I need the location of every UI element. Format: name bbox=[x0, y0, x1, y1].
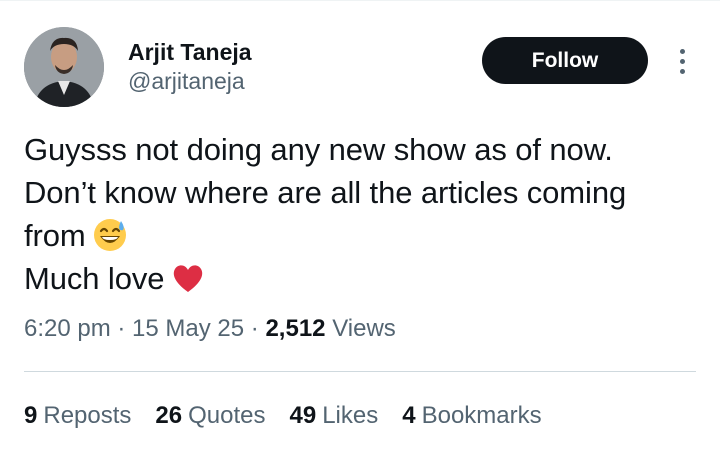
more-dot bbox=[679, 68, 685, 74]
views-count: 2,512 bbox=[265, 315, 326, 342]
divider bbox=[24, 371, 696, 372]
tweet-text-line: from bbox=[24, 214, 704, 257]
reposts-label: Reposts bbox=[43, 402, 132, 429]
meta-separator: · bbox=[110, 315, 133, 342]
author-display-name[interactable]: Arjit Taneja bbox=[128, 38, 252, 66]
tweet-text-line: Guysss not doing any new show as of now. bbox=[24, 132, 613, 167]
tweet-text-fragment: Much love bbox=[24, 261, 165, 296]
reposts-count: 9 bbox=[24, 402, 38, 429]
quotes-count: 26 bbox=[155, 402, 183, 429]
tweet-text-fragment: from bbox=[24, 218, 86, 253]
tweet-header: Arjit Taneja @arjitaneja Follow bbox=[24, 27, 696, 111]
likes-count: 49 bbox=[289, 402, 317, 429]
views-label: Views bbox=[332, 315, 396, 342]
more-vertical-icon[interactable] bbox=[670, 45, 694, 77]
tweet-text-line: Much love bbox=[24, 257, 704, 300]
author-info: Arjit Taneja @arjitaneja bbox=[128, 38, 252, 96]
author-handle[interactable]: @arjitaneja bbox=[128, 66, 252, 96]
quotes-label: Quotes bbox=[188, 402, 266, 429]
bookmarks-count: 4 bbox=[402, 402, 416, 429]
follow-button[interactable]: Follow bbox=[482, 37, 648, 84]
reposts-stat[interactable]: 9 Reposts bbox=[24, 400, 131, 432]
more-dot bbox=[679, 58, 685, 64]
bookmarks-stat[interactable]: 4 Bookmarks bbox=[402, 400, 541, 432]
meta-separator: · bbox=[244, 315, 266, 342]
red-heart-emoji bbox=[170, 260, 206, 296]
engagement-stats: 9 Reposts 26 Quotes 49 Likes 4 Bookmarks bbox=[24, 400, 542, 432]
bookmarks-label: Bookmarks bbox=[421, 402, 542, 429]
quotes-stat[interactable]: 26 Quotes bbox=[155, 400, 265, 432]
likes-label: Likes bbox=[322, 402, 379, 429]
tweet-card: Arjit Taneja @arjitaneja Follow Guysss n… bbox=[0, 0, 720, 451]
avatar[interactable] bbox=[24, 27, 104, 107]
likes-stat[interactable]: 49 Likes bbox=[290, 400, 379, 432]
tweet-text-line: Don’t know where are all the articles co… bbox=[24, 175, 627, 210]
tweet-date[interactable]: 15 May 25 bbox=[132, 315, 244, 342]
grinning-face-with-sweat-emoji bbox=[92, 217, 128, 253]
tweet-text: Guysss not doing any new show as of now.… bbox=[24, 128, 704, 300]
more-dot bbox=[679, 48, 685, 54]
tweet-meta: 6:20 pm · 15 May 25 · 2,512 Views bbox=[24, 313, 396, 345]
tweet-time[interactable]: 6:20 pm bbox=[24, 315, 111, 342]
avatar-image bbox=[24, 27, 104, 107]
